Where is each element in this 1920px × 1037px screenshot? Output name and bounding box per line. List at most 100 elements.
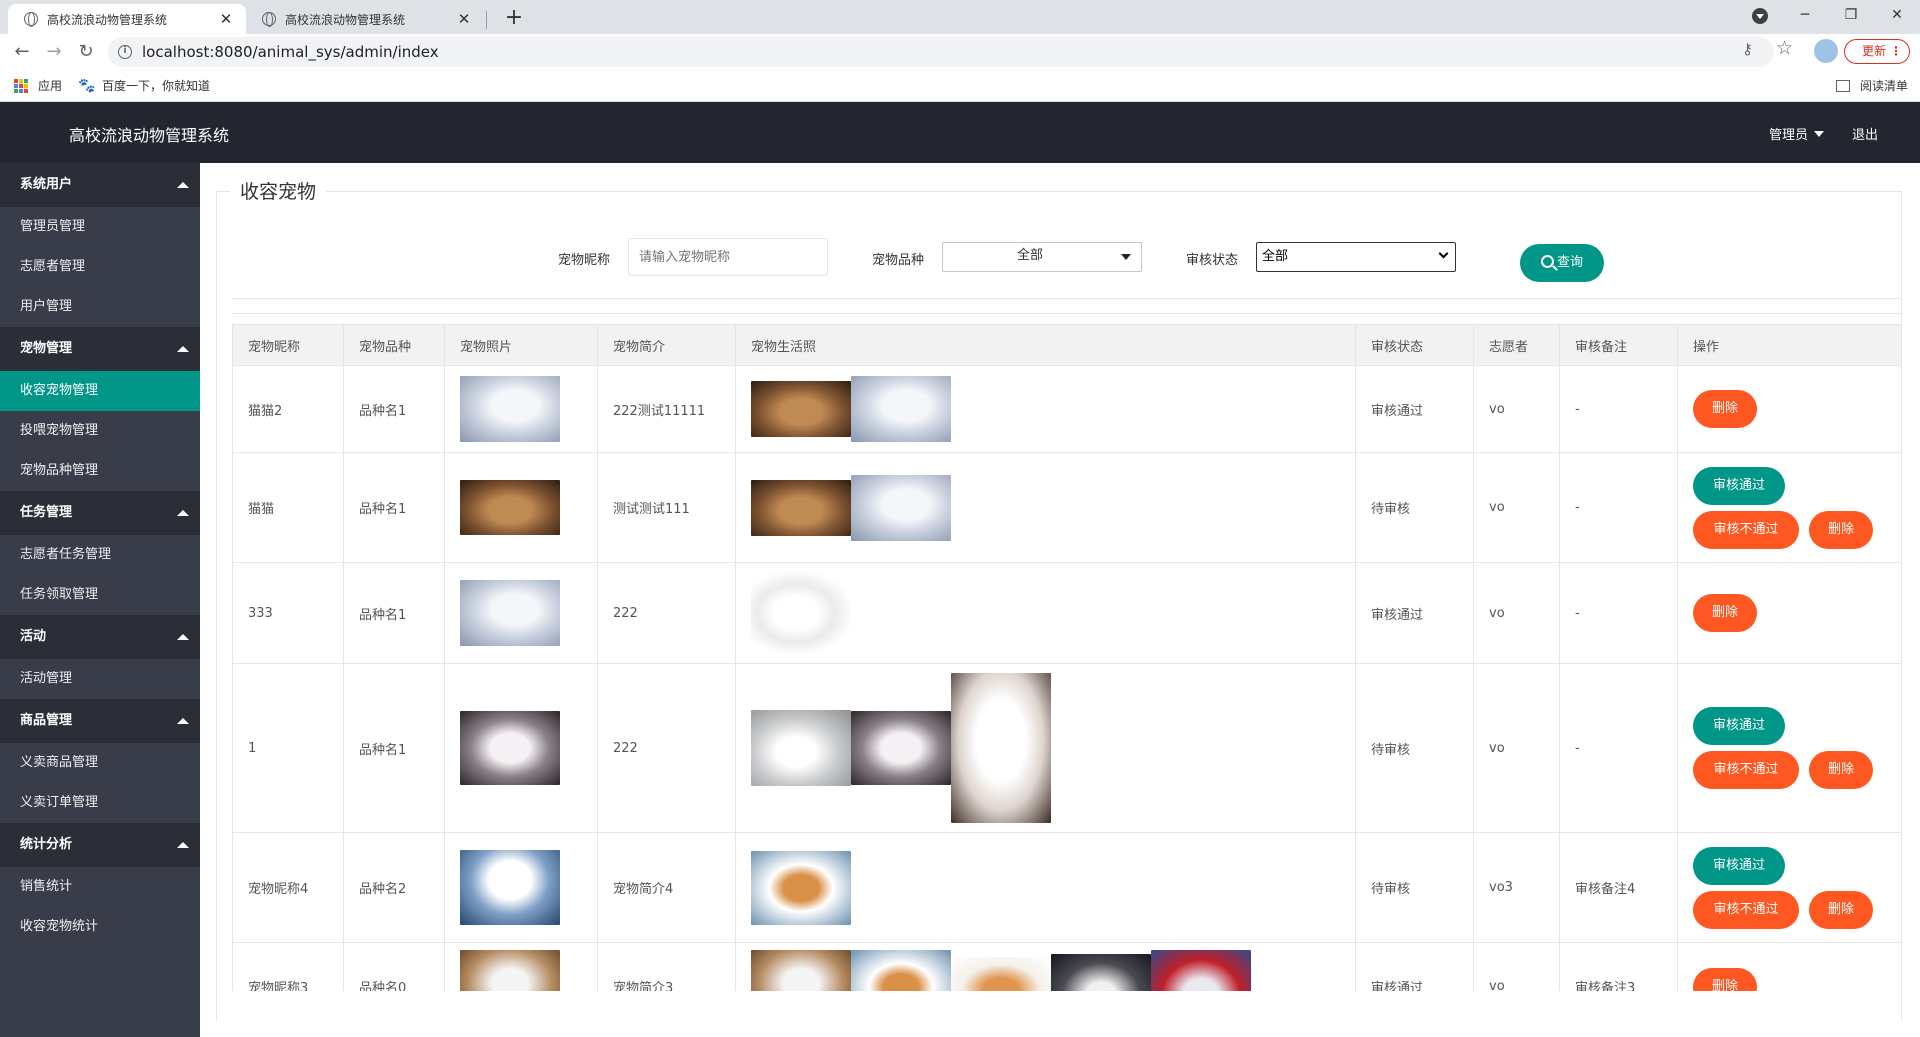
photo-cell bbox=[444, 562, 598, 664]
life-photo[interactable] bbox=[751, 572, 851, 654]
photo-cell bbox=[444, 832, 598, 943]
approve-button[interactable]: 审核通过 bbox=[1693, 466, 1785, 505]
nav-group-tasks[interactable]: 任务管理 bbox=[0, 491, 200, 535]
nav-group-pets[interactable]: 宠物管理 bbox=[0, 327, 200, 371]
bookmark-baidu[interactable]: 🐾 百度一下，你就知道 bbox=[78, 77, 210, 94]
tab-search-icon[interactable] bbox=[1752, 8, 1768, 24]
name-label: 宠物昵称 bbox=[558, 253, 611, 268]
star-icon[interactable]: ☆ bbox=[1776, 37, 1793, 59]
update-button[interactable]: 更新 ⋮ bbox=[1844, 39, 1910, 64]
search-button[interactable]: 查询 bbox=[1520, 244, 1604, 282]
approve-button[interactable]: 审核通过 bbox=[1693, 707, 1785, 745]
life-photo[interactable] bbox=[851, 949, 951, 991]
delete-button[interactable]: 删除 bbox=[1693, 967, 1757, 991]
nav-group-system-users[interactable]: 系统用户 bbox=[0, 163, 200, 207]
life-photo[interactable] bbox=[851, 376, 951, 442]
pet-photo[interactable] bbox=[460, 480, 560, 535]
delete-button[interactable]: 删除 bbox=[1693, 594, 1757, 632]
reject-button[interactable]: 审核不通过 bbox=[1693, 510, 1799, 549]
pets-table: 宠物昵称 宠物品种 宠物照片 宠物简介 宠物生活照 审核状态 志愿者 审核备注 … bbox=[232, 324, 1901, 991]
triangle-down-icon bbox=[1121, 254, 1131, 260]
window-close-icon[interactable]: ✕ bbox=[1874, 0, 1920, 30]
sidebar-item-shelter-pets[interactable]: 收容宠物管理 bbox=[0, 371, 200, 411]
pet-name-input[interactable] bbox=[628, 238, 828, 276]
life-photo[interactable] bbox=[951, 673, 1051, 823]
browser-tab[interactable]: 高校流浪动物管理系统 ✕ bbox=[246, 4, 484, 34]
bookmark-label: 百度一下，你就知道 bbox=[102, 79, 211, 93]
life-photo[interactable] bbox=[751, 710, 851, 786]
tab-separator bbox=[486, 11, 487, 29]
more-vertical-icon: ⋮ bbox=[1890, 44, 1902, 58]
life-photo[interactable] bbox=[951, 956, 1051, 991]
delete-button[interactable]: 删除 bbox=[1693, 390, 1757, 428]
pet-photo[interactable] bbox=[460, 580, 560, 646]
nav-group-stats[interactable]: 统计分析 bbox=[0, 823, 200, 867]
sidebar-item-activities[interactable]: 活动管理 bbox=[0, 659, 200, 699]
life-photo[interactable] bbox=[1051, 953, 1151, 991]
logout-link[interactable]: 退出 bbox=[1852, 124, 1878, 143]
photo-cell bbox=[444, 942, 598, 991]
caret-up-icon bbox=[177, 634, 189, 640]
address-bar[interactable]: i localhost:8080/animal_sys/admin/index bbox=[108, 37, 1774, 67]
minimize-icon[interactable]: ─ bbox=[1782, 0, 1828, 30]
approve-button[interactable]: 审核通过 bbox=[1693, 846, 1785, 885]
life-photo[interactable] bbox=[851, 711, 951, 785]
close-icon[interactable]: ✕ bbox=[216, 10, 236, 28]
nav-group-activities[interactable]: 活动 bbox=[0, 615, 200, 659]
column-header: 宠物生活照 bbox=[735, 324, 1356, 366]
user-menu[interactable]: 管理员 bbox=[1769, 124, 1825, 143]
life-photo[interactable] bbox=[751, 381, 851, 437]
key-icon[interactable]: ⚷ bbox=[1742, 40, 1753, 58]
delete-button[interactable]: 删除 bbox=[1809, 510, 1873, 549]
volunteer-cell: vo bbox=[1473, 365, 1560, 453]
sidebar-item-volunteer[interactable]: 志愿者管理 bbox=[0, 247, 200, 287]
main-content: 收容宠物 宠物昵称 宠物品种 全部 审核状态 全部 查询 宠物昵称 bbox=[200, 163, 1920, 1037]
breed-select[interactable]: 全部 bbox=[942, 242, 1142, 272]
reject-button[interactable]: 审核不通过 bbox=[1693, 890, 1799, 929]
sidebar-item-sales-stats[interactable]: 销售统计 bbox=[0, 867, 200, 907]
nav-group-goods[interactable]: 商品管理 bbox=[0, 699, 200, 743]
status-select[interactable]: 全部 bbox=[1256, 242, 1456, 272]
sidebar-item-shelter-stats[interactable]: 收容宠物统计 bbox=[0, 907, 200, 947]
life-photo[interactable] bbox=[751, 479, 851, 536]
pets-table-container: 宠物昵称 宠物品种 宠物照片 宠物简介 宠物生活照 审核状态 志愿者 审核备注 … bbox=[232, 324, 1901, 991]
avatar[interactable] bbox=[1814, 39, 1838, 63]
pet-photo[interactable] bbox=[460, 949, 560, 991]
restore-icon[interactable]: ❐ bbox=[1828, 0, 1874, 30]
divider bbox=[232, 313, 1902, 314]
pet-photo[interactable] bbox=[460, 376, 560, 442]
browser-toolbar: ← → ↻ i localhost:8080/animal_sys/admin/… bbox=[0, 34, 1920, 70]
info-icon[interactable]: i bbox=[118, 45, 132, 59]
reject-button[interactable]: 审核不通过 bbox=[1693, 751, 1799, 789]
forward-arrow-icon[interactable]: → bbox=[40, 38, 68, 66]
table-row: 猫猫2 品种名1 222测试11111 审核通过 vo - 删除 bbox=[232, 365, 1901, 453]
bookmark-reading-list[interactable]: 阅读清单 bbox=[1836, 77, 1908, 94]
sidebar-item-admin[interactable]: 管理员管理 bbox=[0, 207, 200, 247]
pet-photo[interactable] bbox=[460, 850, 560, 925]
close-icon[interactable]: ✕ bbox=[454, 10, 474, 28]
life-photo[interactable] bbox=[751, 850, 851, 925]
sidebar-item-feed-pets[interactable]: 投喂宠物管理 bbox=[0, 411, 200, 451]
pet-photo[interactable] bbox=[460, 711, 560, 785]
bookmark-apps[interactable]: 应用 bbox=[14, 77, 62, 94]
life-photo[interactable] bbox=[751, 949, 851, 991]
life-photo[interactable] bbox=[851, 474, 951, 541]
column-header: 宠物品种 bbox=[343, 324, 445, 366]
volunteer-cell: vo3 bbox=[1473, 832, 1560, 943]
back-arrow-icon[interactable]: ← bbox=[8, 38, 36, 66]
new-tab-plus-icon[interactable]: + bbox=[500, 4, 528, 32]
delete-button[interactable]: 删除 bbox=[1809, 890, 1873, 929]
browser-tab-active[interactable]: 高校流浪动物管理系统 ✕ bbox=[8, 4, 246, 34]
sidebar-item-charity-goods[interactable]: 义卖商品管理 bbox=[0, 743, 200, 783]
caret-up-icon bbox=[177, 510, 189, 516]
sidebar-item-charity-orders[interactable]: 义卖订单管理 bbox=[0, 783, 200, 823]
sidebar-item-volunteer-tasks[interactable]: 志愿者任务管理 bbox=[0, 535, 200, 575]
tab-title: 高校流浪动物管理系统 bbox=[47, 12, 168, 27]
sidebar-item-user[interactable]: 用户管理 bbox=[0, 287, 200, 327]
reload-icon[interactable]: ↻ bbox=[72, 38, 100, 66]
delete-button[interactable]: 删除 bbox=[1809, 751, 1873, 789]
life-photo[interactable] bbox=[1151, 949, 1251, 991]
sidebar-item-breeds[interactable]: 宠物品种管理 bbox=[0, 451, 200, 491]
column-header: 宠物昵称 bbox=[232, 324, 344, 366]
sidebar-item-task-claims[interactable]: 任务领取管理 bbox=[0, 575, 200, 615]
